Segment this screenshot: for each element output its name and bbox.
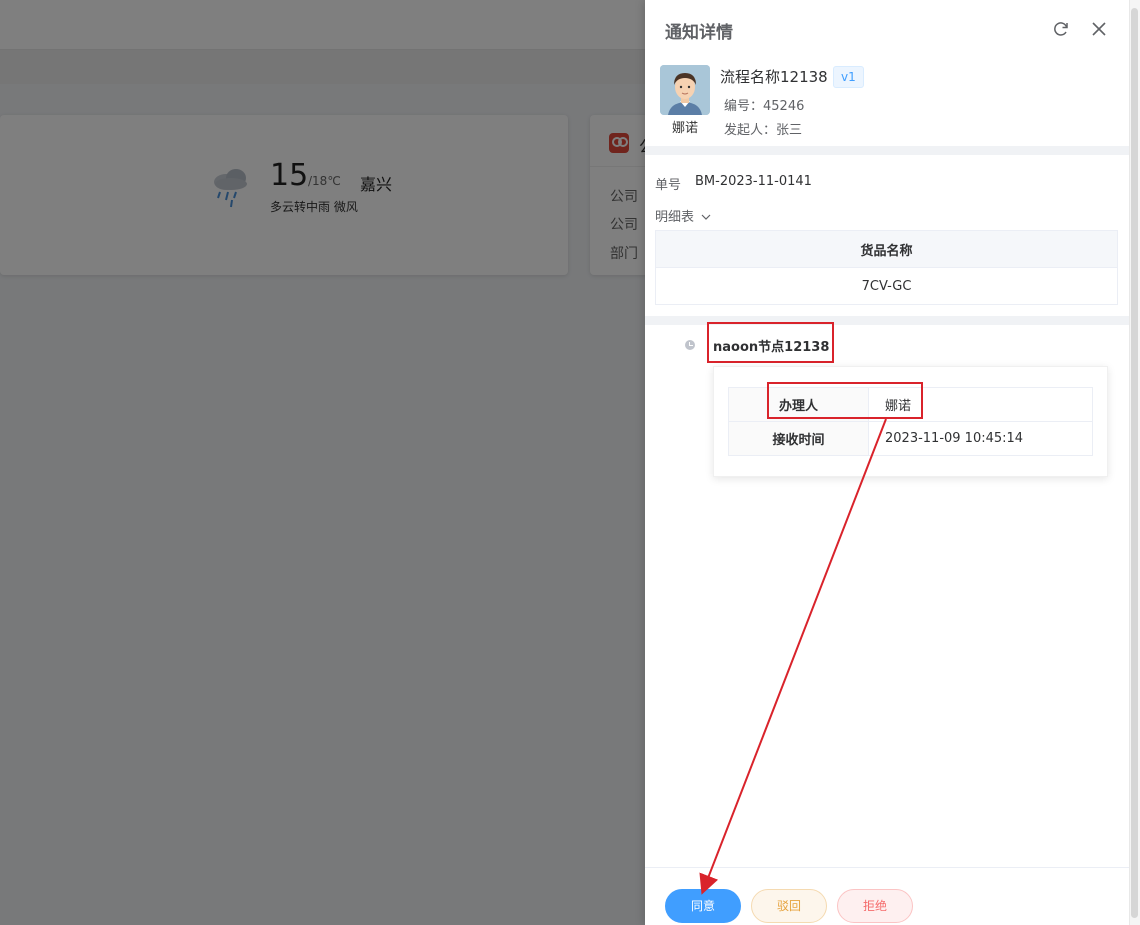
annotation-arrow [699,418,887,895]
